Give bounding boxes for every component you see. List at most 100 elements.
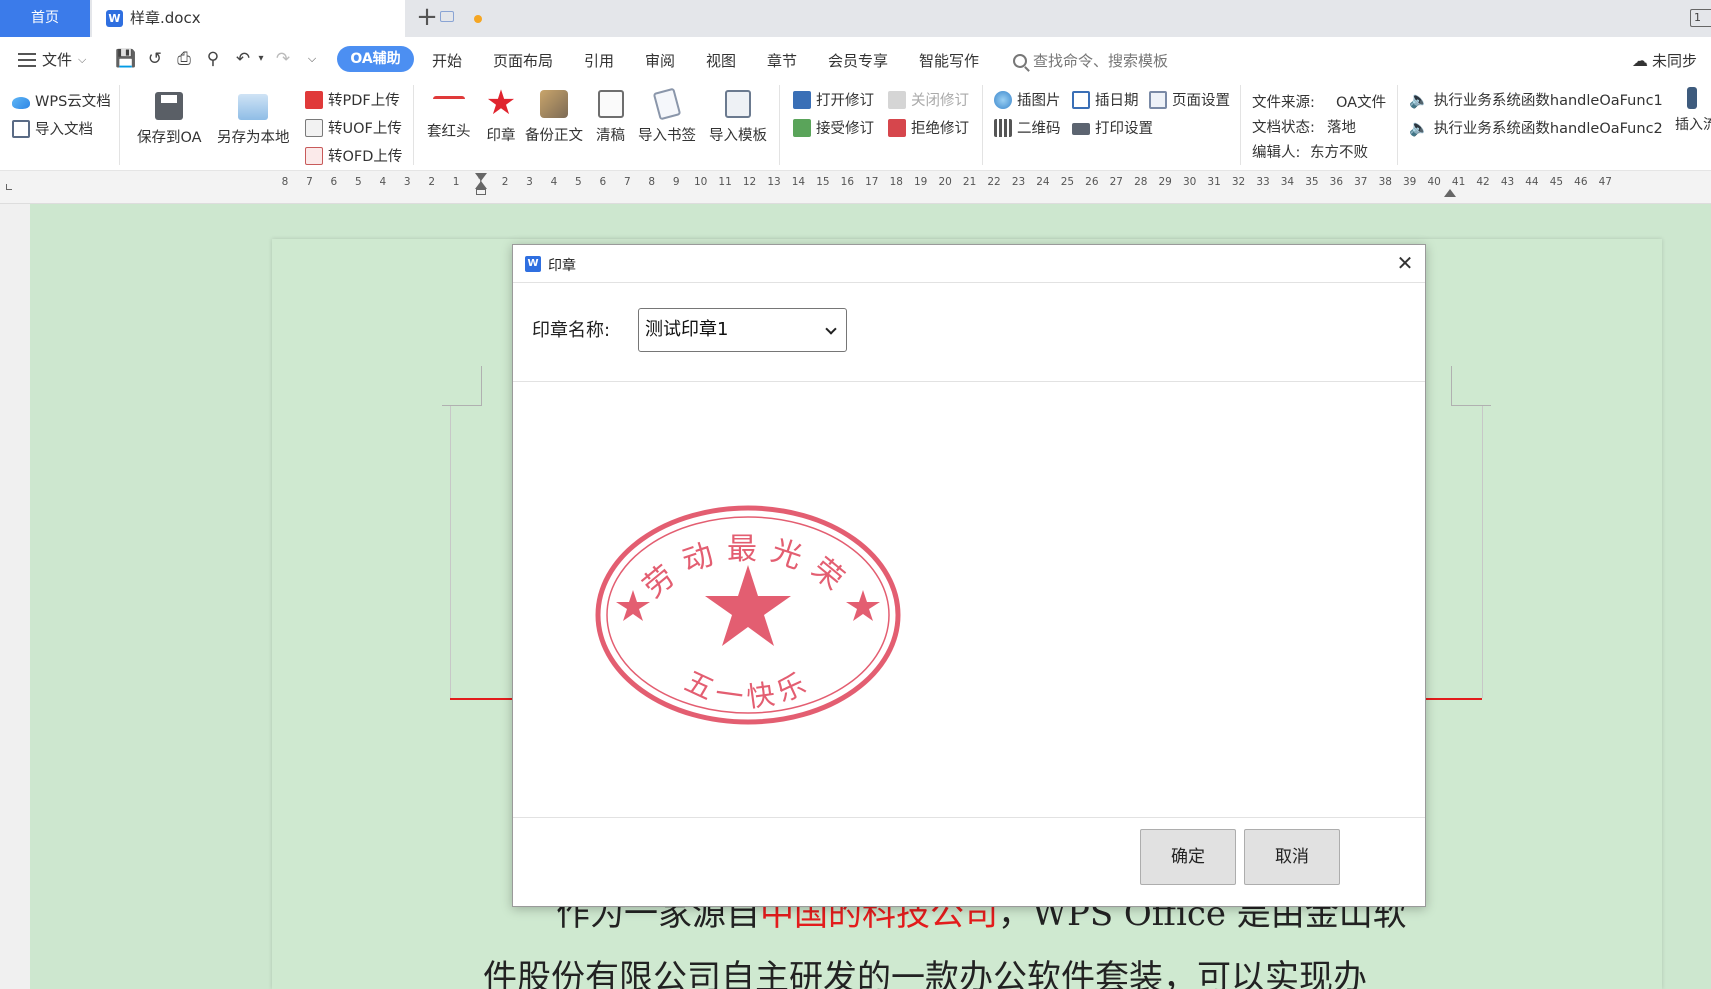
wps-writer-icon: W: [525, 256, 541, 272]
ruler-tick-label: 37: [1354, 176, 1368, 188]
seal-button[interactable]: ★ 印章: [485, 86, 517, 145]
file-menu[interactable]: 文件 ⌵: [18, 49, 86, 70]
print-preview-icon[interactable]: ⚲: [202, 49, 224, 69]
undo-dropdown-icon[interactable]: ▾: [250, 49, 272, 69]
menu-start[interactable]: 开始: [432, 50, 462, 71]
import-doc-button[interactable]: 导入文档: [12, 118, 93, 139]
save-to-oa-button[interactable]: 保存到OA: [137, 86, 202, 147]
menu-bar: 文件 ⌵ 💾 ↺ ⎙ ⚲ ↶ ▾ ↷ ⌵ OA辅助 开始 页面布局 引用 审阅 …: [0, 37, 1711, 81]
insert-date-button[interactable]: 插日期: [1072, 89, 1139, 110]
ruler-tick-label: 14: [791, 176, 806, 188]
save-icon[interactable]: 💾: [115, 49, 137, 69]
reject-x-icon: [888, 118, 906, 137]
ruler-tick-label: 44: [1525, 176, 1539, 188]
ruler-tick-label: 11: [718, 176, 732, 188]
printer-icon: [1072, 123, 1090, 135]
to-uof-button[interactable]: 转UOF上传: [305, 117, 402, 138]
open-revision-button[interactable]: 打开修订: [793, 89, 874, 110]
window-count-icon[interactable]: 1: [1690, 9, 1711, 27]
red-header-label: 套红头: [427, 124, 471, 140]
ruler-tick-label: 36: [1329, 176, 1344, 188]
ruler-tick-label: 5: [575, 176, 582, 188]
menu-references[interactable]: 引用: [584, 50, 614, 71]
ok-button[interactable]: 确定: [1140, 829, 1236, 885]
right-indent-marker-icon[interactable]: [1444, 189, 1456, 197]
indent-marker-icon[interactable]: [475, 173, 487, 199]
command-search[interactable]: 查找命令、搜索模板: [1013, 50, 1168, 71]
qrcode-label: 二维码: [1017, 121, 1061, 137]
tab-home[interactable]: 首页: [0, 0, 90, 37]
new-tab-button[interactable]: +: [415, 0, 439, 37]
calendar-icon: [1072, 90, 1090, 109]
ruler-tick-label: 31: [1207, 176, 1221, 188]
red-header-button[interactable]: 套红头: [427, 86, 471, 141]
red-header-icon: [432, 96, 465, 114]
ruler-tick-label: 9: [672, 176, 680, 188]
cancel-button[interactable]: 取消: [1244, 829, 1340, 885]
ruler-tick-label: 6: [599, 176, 607, 188]
seal-name-select[interactable]: 测试印章1: [638, 308, 847, 352]
ruler-tick-label: 24: [1036, 176, 1050, 188]
redo-icon[interactable]: ↷: [272, 49, 294, 69]
exec-func1-button[interactable]: 🔈 执行业务系统函数handleOaFunc1: [1409, 89, 1663, 110]
clean-draft-button[interactable]: 清稿: [596, 86, 625, 145]
print-setup-button[interactable]: 打印设置: [1072, 117, 1153, 138]
seal-dialog: W 印章 ✕ 印章名称: 测试印章1 劳动最光荣 五一快乐 确定 取消: [512, 244, 1426, 907]
editor-value: 东方不败: [1310, 145, 1368, 161]
wps-cloud-button[interactable]: WPS云文档: [12, 90, 111, 111]
close-icon[interactable]: ✕: [1395, 253, 1415, 273]
insert-picture-label: 插图片: [1017, 93, 1061, 109]
page-setup-button[interactable]: 页面设置: [1149, 89, 1230, 110]
print-icon[interactable]: ⎙: [173, 49, 195, 69]
menu-page-layout[interactable]: 页面布局: [493, 50, 553, 71]
qrcode-button[interactable]: 二维码: [994, 117, 1061, 138]
ruler-tick-label: 12: [742, 176, 757, 188]
seal-name-label: 印章名称:: [532, 320, 611, 341]
file-source-label: 文件来源:: [1252, 95, 1315, 111]
ruler-tick-label: 5: [355, 176, 362, 188]
speaker-icon: 🔈: [1409, 90, 1429, 109]
menu-oa-assist[interactable]: OA辅助: [337, 46, 414, 72]
margin-guide: [481, 366, 482, 406]
import-template-button[interactable]: 导入模板: [709, 86, 767, 145]
menu-member[interactable]: 会员专享: [828, 50, 888, 71]
import-doc-label: 导入文档: [35, 122, 93, 138]
close-revision-button[interactable]: 关闭修订: [888, 89, 969, 110]
sync-status[interactable]: ☁ 未同步: [1632, 50, 1697, 71]
import-bookmark-button[interactable]: 导入书签: [638, 86, 696, 145]
ruler-tick-label: 10: [693, 176, 708, 188]
reject-revision-button[interactable]: 拒绝修订: [888, 117, 969, 138]
ruler-tick-label: 30: [1182, 176, 1197, 188]
monitor-icon[interactable]: [440, 11, 454, 22]
menu-smart-writing[interactable]: 智能写作: [919, 50, 979, 71]
insert-picture-button[interactable]: 插图片: [994, 89, 1061, 110]
accept-revision-button[interactable]: 接受修订: [793, 117, 874, 138]
page-setup-icon: [1149, 90, 1167, 109]
tab-document[interactable]: W 样章.docx: [92, 0, 482, 37]
dialog-titlebar[interactable]: W 印章 ✕: [513, 245, 1425, 283]
ribbon-separator: [1240, 85, 1241, 165]
ruler-tick-label: 26: [1085, 176, 1099, 188]
horizontal-ruler[interactable]: 8 7 6 5 4 3 2 1 1 2 3 4 5 6 7 8 9 10 11 12 13 14 15 16 17 18 19 20 2…: [0, 171, 1711, 204]
open-revision-label: 打开修订: [816, 93, 874, 109]
customize-chevron-icon[interactable]: ⌵: [301, 49, 323, 69]
ruler-tick-label: 33: [1256, 176, 1270, 188]
to-pdf-button[interactable]: 转PDF上传: [305, 89, 400, 110]
save-local-button[interactable]: 另存为本地: [217, 86, 290, 147]
wps-writer-icon: W: [106, 10, 123, 27]
ruler-tick-label: 4: [379, 176, 387, 188]
backup-body-label: 备份正文: [525, 128, 583, 144]
tab-stop-icon[interactable]: [6, 184, 12, 190]
insert-flow-button[interactable]: 插入流: [1675, 87, 1711, 134]
menu-chapter[interactable]: 章节: [767, 50, 797, 71]
ruler-tick-label: 17: [865, 176, 879, 188]
document-paragraph-line[interactable]: 件股份有限公司自主研发的一款办公软件套装，可以实现办: [483, 950, 1367, 989]
exec-func2-button[interactable]: 🔈 执行业务系统函数handleOaFunc2: [1409, 117, 1663, 138]
menu-review[interactable]: 审阅: [645, 50, 675, 71]
menu-view[interactable]: 视图: [706, 50, 736, 71]
monitor-disabled-icon: [888, 90, 906, 109]
export-icon[interactable]: ↺: [144, 49, 166, 69]
to-ofd-button[interactable]: 转OFD上传: [305, 145, 402, 166]
backup-body-button[interactable]: 备份正文: [525, 86, 583, 145]
exec-func1-label: 执行业务系统函数handleOaFunc1: [1433, 93, 1663, 109]
